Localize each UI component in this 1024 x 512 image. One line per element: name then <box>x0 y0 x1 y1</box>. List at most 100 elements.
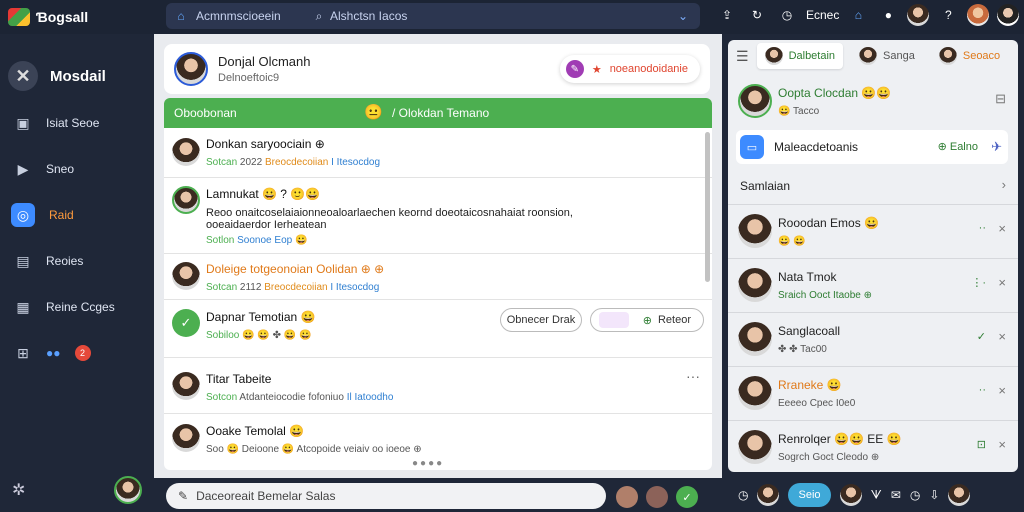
avatar[interactable] <box>948 484 971 506</box>
item-title: Doleige totgeonoian Oolidan ⊕ ⊕ <box>206 262 385 276</box>
contact-name: Rooodan Emos 😀 <box>778 216 879 230</box>
sidebar-item-chat[interactable]: ⊞ ●● 2 <box>0 330 152 376</box>
status-pill[interactable]: ✎ ★ noeanodoidanie <box>559 55 700 83</box>
meta-tag: Sotlon <box>206 235 235 246</box>
tab-sanga[interactable]: Sanga <box>851 43 923 69</box>
close-icon[interactable]: × <box>998 221 1006 236</box>
menu-icon[interactable]: ☰ <box>736 48 749 65</box>
address-bar[interactable]: ⌂ Acmnmscioeein ⌕ Alshctsn Iacos ⌄ <box>166 3 700 29</box>
app-logo[interactable]: Ɓogsall <box>0 8 160 26</box>
status-text[interactable]: Ecnec <box>806 8 839 22</box>
help-icon[interactable]: ? <box>937 4 959 26</box>
tab-label: Sanga <box>883 50 915 62</box>
secondary-button[interactable]: Obnecer Drak <box>500 308 582 332</box>
clock-icon[interactable]: ◷ <box>910 488 920 502</box>
close-icon[interactable]: × <box>998 329 1006 344</box>
tab-details[interactable]: Dalbetain <box>756 43 844 69</box>
sidebar-item-inbox[interactable]: ▣ Isiat Seoe <box>0 100 152 146</box>
avatar[interactable] <box>839 484 862 506</box>
meta-tag: Breocdecoiian <box>264 282 328 293</box>
list-item[interactable]: Doleige totgeonoian Oolidan ⊕ ⊕ Sotcan 2… <box>164 254 712 300</box>
search-input[interactable]: Alshctsn Iacos <box>330 9 407 23</box>
avatar <box>738 376 772 410</box>
emoji-icon: 😐 <box>364 104 383 121</box>
clock-icon[interactable]: ◷ <box>776 4 798 26</box>
home-icon[interactable]: ⌂ <box>847 4 869 26</box>
tab-seoaco[interactable]: Seoaco <box>931 43 1008 69</box>
meta-tag: 😀 Deioone <box>226 444 280 455</box>
list-item[interactable]: Ooake Temolal 😀 Soo 😀 Deioone 😀 Atcopoid… <box>164 414 712 464</box>
status-icon: ⊡ <box>976 439 986 451</box>
sidebar-item-send[interactable]: ▶ Sneo <box>0 146 152 192</box>
attach-icon[interactable]: ✎ <box>178 489 188 503</box>
avatar[interactable] <box>757 484 780 506</box>
item-title: Donkan saryoociain ⊕ <box>206 137 325 151</box>
sidebar-item-calendar[interactable]: ▦ Reine Ccges <box>0 284 152 330</box>
message-input[interactable]: ✎ Daceoreait Bemelar Salas <box>166 483 606 509</box>
check-icon: ✓ <box>172 309 200 337</box>
tab-label: Seoaco <box>962 50 1001 62</box>
list-item[interactable]: ✓ Dapnar Temotian 😀 Sobiloo 😀 😀 ✤ 😀 😀 Ob… <box>164 300 712 358</box>
contact-item[interactable]: Oopta Clocdan 😀😀 😀 Tacco ⊟ <box>734 76 1012 126</box>
avatar[interactable] <box>114 476 142 504</box>
status-dots: ·· <box>978 384 986 396</box>
list-item[interactable]: Lamnukat 😀 ? 🙂😀 Reoo onaitcoselaiaionneo… <box>164 178 712 254</box>
sidebar-item-contacts[interactable]: ▤ Reoies <box>0 238 152 284</box>
profile-card[interactable]: Donjal Olcmanh Delnoeftoic9 ✎ ★ noeanodo… <box>164 44 710 94</box>
scrollbar[interactable] <box>705 132 710 282</box>
contact-item[interactable]: Renrolqer 😀😀 ЕЕ 😀 Sogrch Goct Cleodo ⊕ ⊡… <box>734 422 1012 472</box>
close-icon[interactable]: ✕ <box>8 61 38 91</box>
send-icon[interactable]: ✓ <box>676 486 698 508</box>
share-icon[interactable]: ⇪ <box>716 4 738 26</box>
contact-name: Oopta Clocdan 😀😀 <box>778 86 892 100</box>
primary-button[interactable]: ⊕ Reteor <box>590 308 704 332</box>
contact-item[interactable]: Sanglacoall ✤ ✤ Tac00 ✓ × <box>734 314 1012 364</box>
app-title: Ɓogsall <box>36 9 89 25</box>
download-icon[interactable]: ⇩ <box>929 488 939 502</box>
status-pill[interactable]: Seio <box>788 483 831 507</box>
more-icon[interactable]: ··· <box>686 368 700 384</box>
list-header-right: / Olokdan Temano <box>392 106 490 120</box>
sidebar-header[interactable]: ✕ Mosdail <box>0 34 152 100</box>
sidebar-item-raid[interactable]: ◎ Raid <box>0 192 152 238</box>
contact-status: Sogrch Goct Cleodo ⊕ <box>778 452 880 463</box>
list-item[interactable]: Titar Tabeite Sotcon Atdanteiocodie fofo… <box>164 358 712 414</box>
status-dots: ·· <box>978 222 986 234</box>
list-header: Oboobonan 😐 / Olokdan Temano <box>164 98 712 128</box>
contact-item[interactable]: Rooodan Emos 😀 😀 😀 ·· × <box>734 206 1012 256</box>
close-icon[interactable]: × <box>998 275 1006 290</box>
list-header-left: Oboobonan <box>174 106 237 120</box>
action-link[interactable]: ⊕ Ealno <box>938 140 978 153</box>
avatar[interactable] <box>616 486 638 508</box>
expand-icon[interactable]: ⊟ <box>995 91 1006 107</box>
chevron-down-icon[interactable]: ⌄ <box>678 9 688 23</box>
close-icon[interactable]: × <box>998 383 1006 398</box>
avatar <box>738 84 772 118</box>
tab-label: Dalbetain <box>788 50 836 62</box>
dot-icon[interactable]: ● <box>877 4 899 26</box>
home-icon[interactable]: ⌂ <box>166 9 196 23</box>
clock-icon[interactable]: ◷ <box>738 488 748 502</box>
avatar[interactable] <box>967 4 990 26</box>
mail-icon[interactable]: ✉ <box>891 488 901 502</box>
contact-item[interactable]: ▭ Maleacdetoanis ⊕ Ealno ✈ <box>736 130 1008 164</box>
list-item[interactable]: Donkan saryoociain ⊕ Sotcan 2022 Breocde… <box>164 128 712 178</box>
breadcrumb[interactable]: Acmnmscioeein <box>196 9 308 23</box>
avatar[interactable] <box>907 4 930 26</box>
avatar[interactable] <box>997 4 1020 26</box>
pagination-dots[interactable]: ●●●● <box>412 458 444 469</box>
avatar[interactable] <box>174 52 208 86</box>
contact-item[interactable]: Nata Tmok Sraich Ooct Itaobe ⊕ ⋮· × <box>734 260 1012 310</box>
bookmark-icon[interactable]: ᗐ <box>871 488 882 503</box>
section-header[interactable]: Samlaian › <box>734 174 1012 200</box>
meta-tag: Sotcan <box>206 282 238 293</box>
pin-icon[interactable]: ✈ <box>991 139 1002 155</box>
meta-tag: 2112 <box>239 282 262 293</box>
close-icon[interactable]: × <box>998 437 1006 452</box>
avatar[interactable] <box>646 486 668 508</box>
chevron-right-icon[interactable]: › <box>1002 177 1006 192</box>
settings-icon[interactable]: ✲ <box>12 480 25 500</box>
contact-item[interactable]: Rraneke 😀 Eeeeo Cpec I0e0 ·· × <box>734 368 1012 418</box>
meta-tag: Soonoe Eop 😀 <box>237 235 308 246</box>
refresh-icon[interactable]: ↻ <box>746 4 768 26</box>
